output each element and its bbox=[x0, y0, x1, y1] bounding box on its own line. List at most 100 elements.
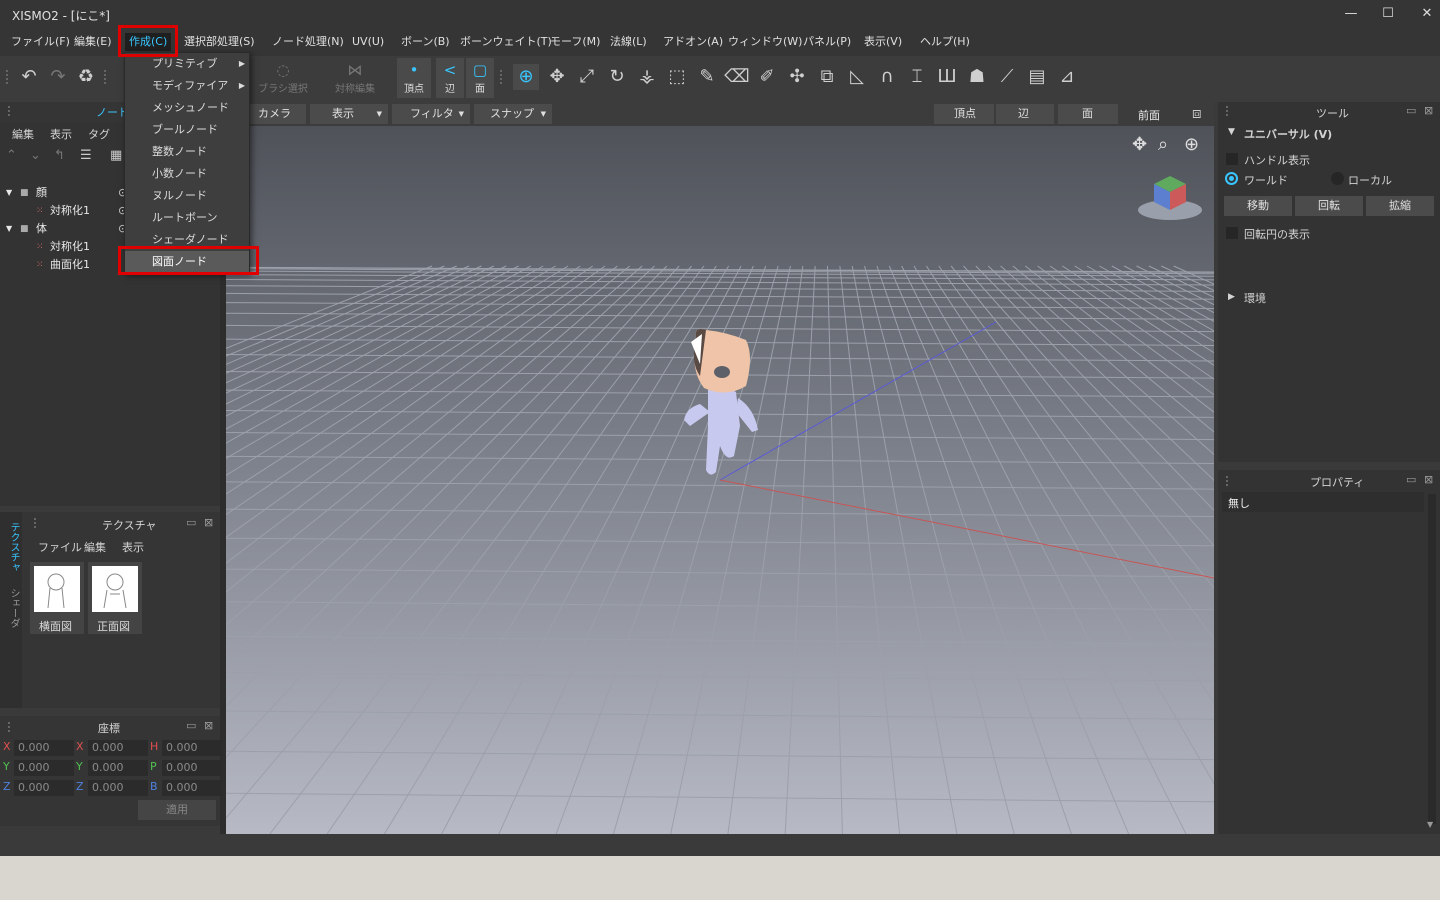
move-down-icon[interactable]: ⌄ bbox=[30, 148, 41, 163]
panel-grip[interactable] bbox=[1226, 476, 1230, 486]
node-menu-tag[interactable]: タグ bbox=[88, 126, 110, 142]
toolbar-grip[interactable] bbox=[500, 70, 504, 84]
handle-display-checkbox[interactable] bbox=[1226, 153, 1238, 165]
rotation-p-field[interactable] bbox=[162, 760, 222, 776]
menu-file[interactable]: ファイル(F) bbox=[7, 33, 74, 51]
menu-item-int-node[interactable]: 整数ノード bbox=[125, 141, 249, 163]
camera-dropdown[interactable]: カメラ bbox=[250, 104, 306, 124]
menu-item-float-node[interactable]: 小数ノード bbox=[125, 163, 249, 185]
apply-button[interactable]: 適用 bbox=[138, 800, 216, 820]
edit-shape-icon[interactable]: ⊿ bbox=[1054, 64, 1080, 90]
scale-button[interactable]: 拡縮 bbox=[1366, 196, 1434, 216]
menu-item-null-node[interactable]: ヌルノード bbox=[125, 185, 249, 207]
move-icon[interactable]: ✥ bbox=[544, 64, 570, 90]
universal-section-title[interactable]: ユニバーサル (V) bbox=[1244, 126, 1332, 142]
local-radio[interactable] bbox=[1331, 172, 1344, 185]
weight-icon[interactable]: ☗ bbox=[964, 64, 990, 90]
panel-grip[interactable] bbox=[8, 722, 12, 732]
move-up-icon[interactable]: ⌃ bbox=[6, 148, 17, 163]
menu-uv[interactable]: UV(U) bbox=[348, 33, 388, 51]
bevel-icon[interactable]: ◺ bbox=[844, 64, 870, 90]
menu-item-mesh-node[interactable]: メッシュノード bbox=[125, 97, 249, 119]
texture-thumb-side[interactable]: 横面図 bbox=[30, 562, 84, 634]
panel-float-icon[interactable]: ▭ bbox=[186, 516, 196, 529]
edge-mode-button[interactable]: < 辺 bbox=[436, 58, 464, 98]
display-dropdown[interactable]: 表示 ▼ bbox=[310, 104, 388, 124]
minimize-button[interactable]: — bbox=[1334, 4, 1368, 24]
panel-close-icon[interactable]: ⊠ bbox=[204, 516, 213, 529]
view-label[interactable]: 前面 bbox=[1138, 107, 1160, 123]
scale-x-field[interactable] bbox=[88, 740, 148, 756]
brush-select-button[interactable]: ◌ ブラシ選択 bbox=[255, 58, 311, 98]
pan-icon[interactable]: ✥ bbox=[1132, 134, 1147, 155]
loop-cut-icon[interactable]: Ш bbox=[934, 64, 960, 90]
panel-close-icon[interactable]: ⊠ bbox=[204, 719, 213, 732]
menu-help[interactable]: ヘルプ(H) bbox=[916, 33, 974, 51]
panel-close-icon[interactable]: ⊠ bbox=[1424, 473, 1433, 486]
3d-viewport[interactable]: ✥ ⌕ ⊕ bbox=[226, 126, 1214, 834]
position-y-field[interactable] bbox=[14, 760, 74, 776]
face-filter-button[interactable]: 面 bbox=[1058, 104, 1118, 124]
world-radio[interactable] bbox=[1225, 172, 1238, 185]
menu-panel[interactable]: パネル(P) bbox=[799, 33, 855, 51]
panel-grip[interactable] bbox=[8, 106, 12, 116]
texture-thumb-front[interactable]: 正面図 bbox=[88, 562, 142, 634]
undo-icon[interactable]: ↶ bbox=[16, 64, 42, 90]
tex-menu-edit[interactable]: 編集 bbox=[84, 539, 106, 555]
environment-section-title[interactable]: 環境 bbox=[1244, 290, 1266, 306]
collapse-icon[interactable]: ▼ bbox=[1228, 127, 1235, 137]
expand-icon[interactable]: ▶ bbox=[1228, 292, 1235, 302]
rotation-circle-checkbox[interactable] bbox=[1226, 227, 1238, 239]
recycle-icon[interactable]: ♻ bbox=[73, 64, 99, 90]
grid-icon[interactable]: ▦ bbox=[110, 148, 122, 163]
scale-y-field[interactable] bbox=[88, 760, 148, 776]
scale-icon[interactable]: ⤢ bbox=[574, 64, 600, 90]
universal-tool-icon[interactable]: ⊕ bbox=[513, 64, 539, 90]
menu-item-modifier[interactable]: モディファイア ▶ bbox=[125, 75, 249, 97]
menu-morph[interactable]: モーフ(M) bbox=[546, 33, 604, 51]
rotation-h-field[interactable] bbox=[162, 740, 222, 756]
menu-view[interactable]: 表示(V) bbox=[860, 33, 906, 51]
menu-bone[interactable]: ボーン(B) bbox=[397, 33, 454, 51]
scroll-down-icon[interactable]: ▼ bbox=[1427, 820, 1433, 829]
brush-icon[interactable]: ✐ bbox=[754, 64, 780, 90]
snap-dropdown[interactable]: スナップ ▼ bbox=[474, 104, 552, 124]
expand-icon[interactable]: ▼ bbox=[6, 184, 12, 202]
toolbar-grip[interactable] bbox=[104, 70, 108, 84]
orientation-cube-icon[interactable] bbox=[1134, 168, 1204, 224]
tex-menu-display[interactable]: 表示 bbox=[122, 539, 144, 555]
knife-icon[interactable]: ⟋ bbox=[994, 64, 1020, 90]
rotate-icon[interactable]: ↻ bbox=[604, 64, 630, 90]
vertex-mode-button[interactable]: • 頂点 bbox=[397, 58, 431, 98]
puzzle-icon[interactable]: ✣ bbox=[784, 64, 810, 90]
scale-z-field[interactable] bbox=[88, 780, 148, 796]
menu-item-root-bone[interactable]: ルートボーン bbox=[125, 207, 249, 229]
scrollbar[interactable] bbox=[1428, 494, 1436, 824]
menu-addon[interactable]: アドオン(A) bbox=[659, 33, 727, 51]
menu-edit[interactable]: 編集(E) bbox=[70, 33, 116, 51]
edge-filter-button[interactable]: 辺 bbox=[996, 104, 1054, 124]
tab-shader[interactable]: シェーダ bbox=[6, 588, 21, 628]
position-x-field[interactable] bbox=[14, 740, 74, 756]
panel-float-icon[interactable]: ▭ bbox=[186, 719, 196, 732]
move-button[interactable]: 移動 bbox=[1224, 196, 1292, 216]
zoom-icon[interactable]: ⌕ bbox=[1158, 134, 1168, 155]
menu-bone-weight[interactable]: ボーンウェイト(T) bbox=[456, 33, 556, 51]
arch-icon[interactable]: ∩ bbox=[874, 64, 900, 90]
redo-icon[interactable]: ↷ bbox=[45, 64, 71, 90]
maximize-button[interactable]: ☐ bbox=[1371, 4, 1405, 24]
menu-window[interactable]: ウィンドウ(W) bbox=[724, 33, 806, 51]
parent-icon[interactable]: ↰ bbox=[54, 148, 65, 163]
expand-icon[interactable]: ▼ bbox=[6, 220, 12, 238]
tab-texture[interactable]: テクスチャ bbox=[6, 522, 21, 572]
panel-float-icon[interactable]: ▭ bbox=[1406, 473, 1416, 486]
vertex-filter-button[interactable]: 頂点 bbox=[934, 104, 994, 124]
view-cube-icon[interactable]: ⧈ bbox=[1192, 104, 1202, 122]
position-z-field[interactable] bbox=[14, 780, 74, 796]
menu-item-bool-node[interactable]: ブールノード bbox=[125, 119, 249, 141]
close-button[interactable]: ✕ bbox=[1410, 4, 1440, 24]
filter-dropdown[interactable]: フィルタ ▼ bbox=[392, 104, 470, 124]
bridge-icon[interactable]: ⌶ bbox=[904, 64, 930, 90]
menu-normal[interactable]: 法線(L) bbox=[606, 33, 651, 51]
film-icon[interactable]: ▤ bbox=[1024, 64, 1050, 90]
